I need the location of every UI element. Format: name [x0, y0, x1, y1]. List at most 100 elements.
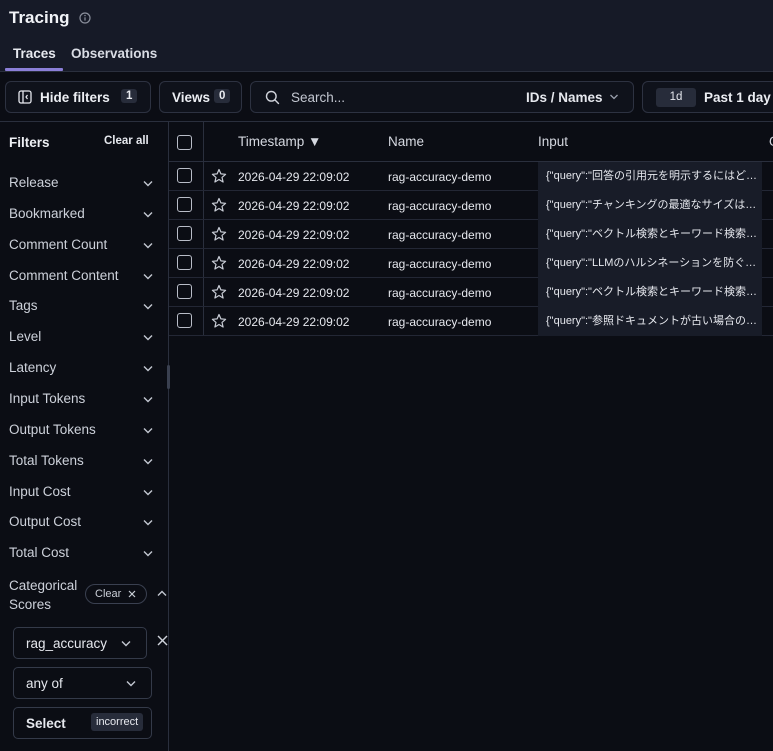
search-icon: [265, 90, 280, 105]
row-checkbox[interactable]: [177, 255, 192, 270]
row-input: {"query":"ベクトル検索とキーワード検索を組み合わせるには"}: [538, 278, 762, 307]
table-row[interactable]: 2026-04-29 22:09:02 rag-accuracy-demo {"…: [169, 249, 773, 278]
chevron-down-icon: [143, 212, 153, 218]
filters-sidebar: Filters Clear all Release Bookmarked Com…: [0, 121, 169, 751]
date-range-picker[interactable]: 1d Past 1 day: [642, 81, 773, 113]
row-input: {"query":"回答の引用元を明示するにはどうすればよいですか"}: [538, 162, 762, 191]
row-timestamp: 2026-04-29 22:09:02: [238, 228, 350, 242]
star-icon[interactable]: [211, 284, 227, 300]
star-icon[interactable]: [211, 226, 227, 242]
filter-label: Output Tokens: [9, 422, 96, 437]
filter-input-cost[interactable]: Input Cost: [9, 484, 157, 504]
select-all-checkbox[interactable]: [177, 135, 192, 150]
clear-label: Clear: [95, 588, 122, 600]
row-name[interactable]: rag-accuracy-demo: [388, 286, 491, 300]
row-name[interactable]: rag-accuracy-demo: [388, 199, 491, 213]
row-checkbox[interactable]: [177, 313, 192, 328]
search-input[interactable]: [291, 88, 511, 106]
score-name-value: rag_accuracy: [26, 636, 108, 651]
chevron-up-icon[interactable]: [157, 590, 167, 597]
page-title: Tracing: [9, 8, 70, 27]
filter-categorical-scores-label[interactable]: Categorical Scores: [9, 576, 85, 614]
star-icon[interactable]: [211, 255, 227, 271]
filter-label: Total Cost: [9, 545, 70, 560]
filter-total-tokens[interactable]: Total Tokens: [9, 453, 157, 473]
sidebar-panel-icon: [18, 90, 32, 104]
row-name[interactable]: rag-accuracy-demo: [388, 170, 491, 184]
chevron-down-icon: [143, 520, 153, 526]
filter-label: Comment Content: [9, 268, 119, 283]
row-input: {"query":"参照ドキュメントが古い場合の対処法は"}: [538, 307, 762, 336]
filter-level[interactable]: Level: [9, 329, 157, 349]
row-checkbox[interactable]: [177, 197, 192, 212]
filter-comment-count[interactable]: Comment Count: [9, 237, 157, 257]
filter-latency[interactable]: Latency: [9, 360, 157, 380]
column-header-overflow[interactable]: O: [769, 134, 773, 149]
row-checkbox[interactable]: [177, 284, 192, 299]
search-scope-select[interactable]: IDs / Names: [526, 90, 603, 105]
top-header: Tracing Traces Observations: [0, 0, 773, 72]
chevron-down-icon: [143, 335, 153, 341]
filter-tags[interactable]: Tags: [9, 298, 157, 318]
date-range-badge: 1d: [656, 88, 696, 107]
column-header-timestamp[interactable]: Timestamp ▼: [238, 134, 321, 149]
row-input: {"query":"ベクトル検索とキーワード検索の違いは何ですか"}: [538, 220, 762, 249]
filter-label: Tags: [9, 298, 38, 313]
tab-traces[interactable]: Traces: [13, 46, 56, 61]
filter-release[interactable]: Release: [9, 175, 157, 195]
star-icon[interactable]: [211, 197, 227, 213]
filters-title: Filters: [9, 135, 50, 150]
star-icon[interactable]: [211, 313, 227, 329]
star-icon[interactable]: [211, 168, 227, 184]
row-input: {"query":"LLMのハルシネーションを防ぐ方法は"}: [538, 249, 762, 278]
date-range-label: Past 1 day: [704, 90, 771, 105]
views-button[interactable]: Views 0: [159, 81, 242, 113]
operator-value: any of: [26, 676, 63, 691]
filter-comment-content[interactable]: Comment Content: [9, 268, 157, 288]
row-timestamp: 2026-04-29 22:09:02: [238, 199, 350, 213]
tab-observations[interactable]: Observations: [71, 46, 157, 61]
row-input: {"query":"チャンキングの最適なサイズは何ですか"}: [538, 191, 762, 220]
remove-score-filter-icon[interactable]: [157, 635, 168, 646]
chevron-down-icon: [143, 490, 153, 496]
filter-label: Latency: [9, 360, 57, 375]
clear-all-button[interactable]: Clear all: [104, 135, 149, 147]
score-name-select[interactable]: rag_accuracy: [13, 627, 147, 659]
info-icon[interactable]: [79, 12, 91, 24]
filter-label: Comment Count: [9, 237, 108, 252]
table-row[interactable]: 2026-04-29 22:09:02 rag-accuracy-demo {"…: [169, 162, 773, 191]
filter-output-tokens[interactable]: Output Tokens: [9, 422, 157, 442]
hide-filters-button[interactable]: Hide filters 1: [5, 81, 151, 113]
search-bar: IDs / Names: [250, 81, 634, 113]
table-row[interactable]: 2026-04-29 22:09:02 rag-accuracy-demo {"…: [169, 191, 773, 220]
filter-label: Total Tokens: [9, 453, 84, 468]
filter-output-cost[interactable]: Output Cost: [9, 514, 157, 534]
chevron-down-icon: [143, 459, 153, 465]
filter-label: Release: [9, 175, 59, 190]
filter-total-cost[interactable]: Total Cost: [9, 545, 157, 565]
chevron-down-icon: [610, 94, 618, 100]
chevron-down-icon: [143, 366, 153, 372]
column-header-name[interactable]: Name: [388, 134, 424, 149]
score-value-select[interactable]: Select incorrect: [13, 707, 152, 739]
filter-bookmarked[interactable]: Bookmarked: [9, 206, 157, 226]
row-checkbox[interactable]: [177, 226, 192, 241]
row-timestamp: 2026-04-29 22:09:02: [238, 170, 350, 184]
filter-label: Bookmarked: [9, 206, 85, 221]
row-name[interactable]: rag-accuracy-demo: [388, 315, 491, 329]
active-filter-count-badge: 1: [121, 89, 138, 103]
filter-input-tokens[interactable]: Input Tokens: [9, 391, 157, 411]
table-row[interactable]: 2026-04-29 22:09:02 rag-accuracy-demo {"…: [169, 307, 773, 336]
clear-categorical-filter-button[interactable]: Clear: [85, 584, 147, 604]
column-header-input[interactable]: Input: [538, 134, 568, 149]
row-checkbox[interactable]: [177, 168, 192, 183]
chevron-down-icon: [143, 397, 153, 403]
row-name[interactable]: rag-accuracy-demo: [388, 257, 491, 271]
filter-label: Level: [9, 329, 42, 344]
row-name[interactable]: rag-accuracy-demo: [388, 228, 491, 242]
chevron-down-icon: [143, 243, 153, 249]
table-row[interactable]: 2026-04-29 22:09:02 rag-accuracy-demo {"…: [169, 220, 773, 249]
row-timestamp: 2026-04-29 22:09:02: [238, 286, 350, 300]
operator-select[interactable]: any of: [13, 667, 152, 699]
table-row[interactable]: 2026-04-29 22:09:02 rag-accuracy-demo {"…: [169, 278, 773, 307]
